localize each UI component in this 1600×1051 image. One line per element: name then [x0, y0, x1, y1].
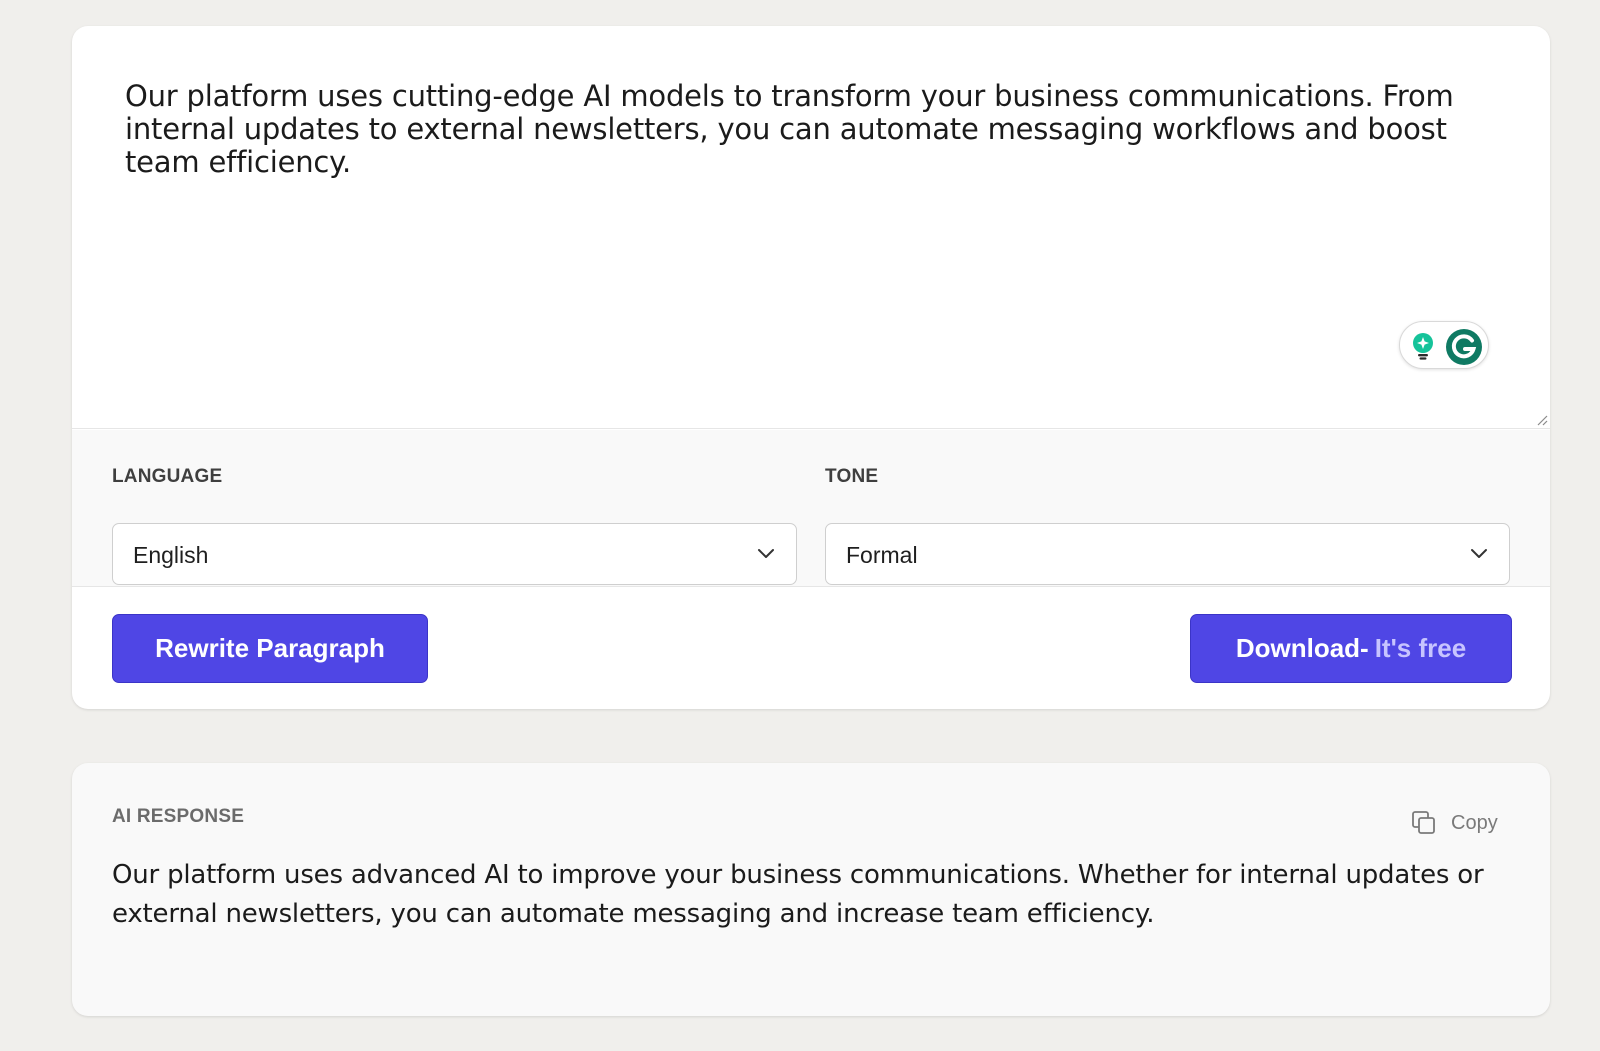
paragraph-input-text[interactable]: Our platform uses cutting-edge AI models… [125, 80, 1525, 179]
tone-label: TONE [825, 466, 879, 487]
ai-response-text[interactable]: Our platform uses advanced AI to improve… [112, 856, 1492, 934]
grammarly-widget[interactable] [1399, 321, 1489, 369]
rewrite-paragraph-button[interactable]: Rewrite Paragraph [112, 614, 428, 683]
download-label: Download- [1235, 633, 1369, 663]
download-button[interactable]: Download- It's free [1190, 614, 1512, 683]
tone-select-value: Formal [846, 542, 918, 568]
grammarly-icon[interactable] [1446, 329, 1482, 365]
ai-response-label: AI RESPONSE [112, 806, 245, 827]
ai-response-panel: AI RESPONSE Copy Our platform uses advan… [72, 763, 1550, 1016]
download-free-label: It's free [1374, 633, 1467, 663]
language-select-value: English [133, 542, 209, 568]
tone-select[interactable]: Formal [825, 523, 1510, 585]
paragraph-textarea[interactable]: Our platform uses cutting-edge AI models… [72, 26, 1550, 429]
copy-button[interactable]: Copy [1411, 809, 1498, 837]
rewrite-card: Our platform uses cutting-edge AI models… [72, 26, 1550, 709]
rewrite-paragraph-label: Rewrite Paragraph [155, 633, 385, 663]
copy-icon [1412, 811, 1435, 834]
settings-panel: LANGUAGE English TONE Formal [72, 430, 1550, 587]
resize-handle-icon[interactable] [1536, 414, 1548, 426]
language-select[interactable]: English [112, 523, 797, 585]
copy-label: Copy [1451, 811, 1498, 834]
language-label: LANGUAGE [112, 466, 223, 487]
lightbulb-icon[interactable] [1410, 332, 1436, 360]
chevron-down-icon [758, 549, 774, 558]
chevron-down-icon [1471, 549, 1487, 558]
